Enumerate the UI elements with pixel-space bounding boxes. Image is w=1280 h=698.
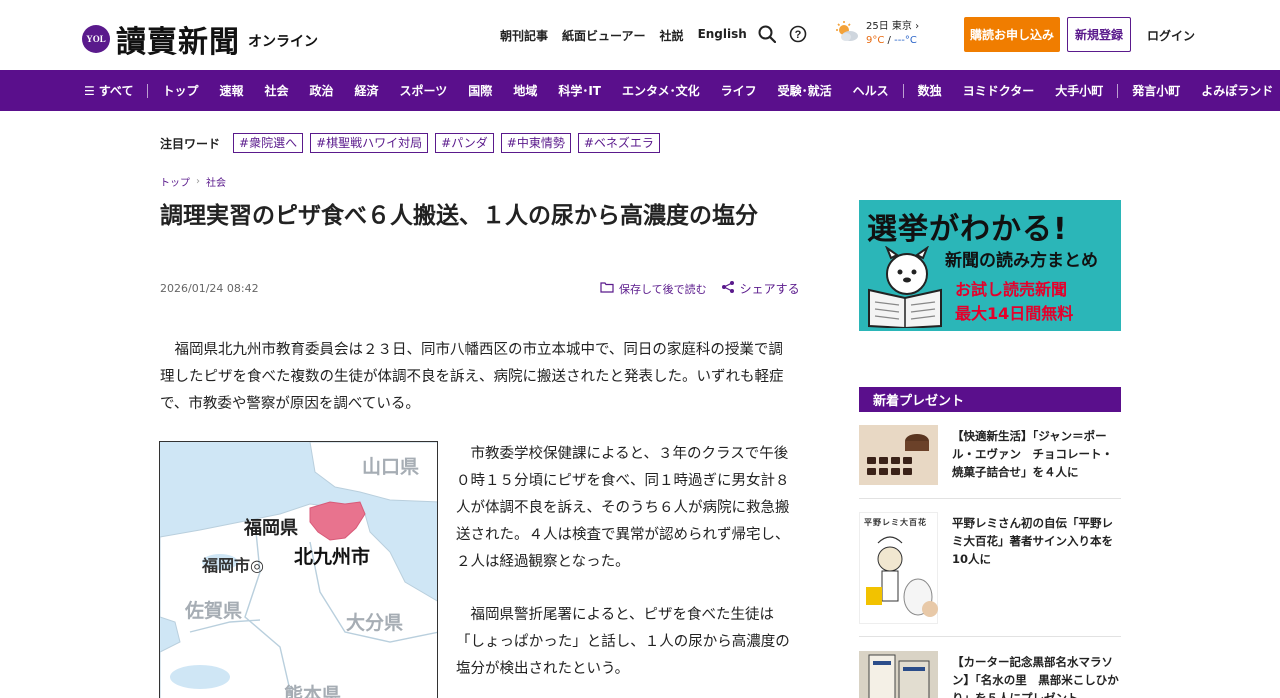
book-cover-title: 平野レミ大百花 bbox=[864, 518, 927, 527]
nav-entertainment[interactable]: エンタメ･文化 bbox=[622, 82, 700, 99]
bookmark-folder-icon bbox=[600, 281, 614, 296]
trend-tag[interactable]: #パンダ bbox=[435, 133, 494, 153]
nav-divider bbox=[902, 83, 904, 98]
main-nav: ☰ すべて トップ 速報 社会 政治 経済 スポーツ 国際 地域 科学･IT エン… bbox=[0, 70, 1280, 111]
present-title: 【快適新生活】「ジャン＝ポール・エヴァン チョコレート・焼菓子詰合せ」を４人に bbox=[952, 429, 1113, 479]
weather-date-city: 25日 東京 › bbox=[866, 21, 920, 32]
chocolate-thumbnail bbox=[859, 425, 938, 485]
rice-thumbnail bbox=[859, 651, 938, 698]
login-link[interactable]: ログイン bbox=[1147, 27, 1195, 44]
ad-subheadline: 新聞の読み方まとめ bbox=[945, 251, 1098, 271]
weather-temps: 9°C / ---°C bbox=[866, 35, 917, 46]
ad-trial-text: お試し読売新聞 bbox=[955, 280, 1068, 299]
save-later-button[interactable]: 保存して後で読む bbox=[600, 281, 707, 297]
nav-sports[interactable]: スポーツ bbox=[400, 82, 448, 99]
nav-local[interactable]: 地域 bbox=[513, 82, 537, 99]
link-english[interactable]: English bbox=[698, 27, 747, 44]
present-title: 【カーター記念黒部名水マラソン】「名水の里 黒部米こしひかり」を５人にプレゼント bbox=[952, 655, 1119, 698]
nav-breaking[interactable]: 速報 bbox=[219, 82, 243, 99]
ad-free-days-text: 最大14日間無料 bbox=[955, 304, 1074, 323]
breadcrumb-top[interactable]: トップ bbox=[160, 174, 190, 189]
trend-tag[interactable]: #棋聖戦ハワイ対局 bbox=[310, 133, 429, 153]
register-button[interactable]: 新規登録 bbox=[1067, 17, 1131, 52]
site-header: YOL 讀賣新聞 オンライン 朝刊記事 紙面ビューアー 社説 English ?… bbox=[0, 0, 1280, 70]
weather-widget[interactable]: 25日 東京 › 9°C / ---°C bbox=[834, 20, 919, 48]
article-actions: 保存して後で読む シェアする bbox=[600, 280, 800, 297]
nav-world[interactable]: 国際 bbox=[468, 82, 492, 99]
nav-science-it[interactable]: 科学･IT bbox=[558, 82, 601, 99]
logo-subtitle: オンライン bbox=[248, 34, 318, 50]
trend-tag[interactable]: #ベネズエラ bbox=[577, 133, 660, 153]
trend-words: 注目ワード #衆院選へ #棋聖戦ハワイ対局 #パンダ #中東情勢 #ベネズエラ bbox=[160, 133, 660, 153]
book-cover-thumbnail: 平野レミ大百花 bbox=[859, 512, 938, 624]
top-links: 朝刊記事 紙面ビューアー 社説 English bbox=[500, 27, 747, 44]
present-item[interactable]: 【快適新生活】「ジャン＝ポール・エヴァン チョコレート・焼菓子詰合せ」を４人に bbox=[859, 425, 1121, 499]
nav-politics[interactable]: 政治 bbox=[310, 82, 334, 99]
share-button[interactable]: シェアする bbox=[721, 280, 800, 297]
link-paper-viewer[interactable]: 紙面ビューアー bbox=[562, 27, 646, 44]
menu-icon: ☰ bbox=[84, 83, 95, 98]
trend-tag[interactable]: #中東情勢 bbox=[500, 133, 571, 153]
article-lead: 福岡県北九州市教育委員会は２３日、同市八幡西区の市立本城中で、同日の家庭科の授業… bbox=[160, 342, 784, 412]
ad-headline: 選挙がわかる! bbox=[867, 212, 1068, 247]
nav-divider bbox=[1117, 83, 1119, 98]
article-paragraph-2: 福岡県警折尾署によると、ピザを食べた生徒は「しょっぱかった」と話し、１人の尿から… bbox=[456, 607, 790, 677]
nav-otekomachi[interactable]: 大手小町 bbox=[1055, 82, 1103, 99]
svg-text:?: ? bbox=[795, 29, 802, 41]
article-paragraph-1: 市教委学校保健課によると、３年のクラスで午後０時１５分頃にピザを食べ、同１時過ぎ… bbox=[456, 446, 790, 570]
breadcrumb: トップ › 社会 bbox=[160, 174, 226, 189]
present-title: 平野レミさん初の自伝「平野レミ大百花」著者サイン入り本を10人に bbox=[952, 516, 1113, 566]
link-morning-edition[interactable]: 朝刊記事 bbox=[500, 27, 548, 44]
yol-badge: YOL bbox=[82, 25, 110, 53]
chevron-right-icon: › bbox=[915, 21, 920, 32]
search-icon[interactable] bbox=[757, 24, 777, 44]
article-date: 2026/01/24 08:42 bbox=[160, 282, 259, 295]
nav-all[interactable]: ☰ すべて bbox=[84, 82, 133, 99]
map-label-fukuoka-pref: 福岡県 bbox=[244, 518, 298, 539]
sun-cloud-icon bbox=[834, 21, 860, 47]
nav-society[interactable]: 社会 bbox=[264, 82, 288, 99]
trend-tag[interactable]: #衆院選へ bbox=[233, 133, 304, 153]
map-label-oita: 大分県 bbox=[346, 612, 404, 634]
present-item[interactable]: 【カーター記念黒部名水マラソン】「名水の里 黒部米こしひかり」を５人にプレゼント bbox=[859, 651, 1121, 698]
election-ad-banner[interactable]: 選挙がわかる! 新聞の読み方まとめ お試し読売新聞 最大14日間無料 bbox=[859, 200, 1121, 331]
nav-divider bbox=[147, 83, 149, 98]
article-title: 調理実習のピザ食べ６人搬送、１人の尿から高濃度の塩分 bbox=[160, 203, 758, 229]
breadcrumb-society[interactable]: 社会 bbox=[206, 174, 226, 189]
help-icon[interactable]: ? bbox=[788, 24, 808, 44]
nav-yomidr[interactable]: ヨミドクター bbox=[963, 82, 1035, 99]
map-label-kumamoto: 熊本県 bbox=[284, 684, 342, 698]
map-label-saga: 佐賀県 bbox=[185, 600, 243, 622]
nav-sudoku[interactable]: 数独 bbox=[918, 82, 942, 99]
map-label-yamaguchi: 山口県 bbox=[362, 456, 420, 478]
present-item[interactable]: 平野レミ大百花 平野レミさん初の自伝「平野レミ大百花」著者サイン入り本を10人に bbox=[859, 512, 1121, 637]
site-logo[interactable]: YOL 讀賣新聞 オンライン bbox=[82, 17, 318, 61]
new-presents-heading: 新着プレゼント bbox=[859, 387, 1121, 412]
trend-label: 注目ワード bbox=[160, 136, 221, 151]
nav-health[interactable]: ヘルス bbox=[853, 82, 889, 99]
share-icon bbox=[721, 280, 735, 297]
subscribe-button[interactable]: 購読お申し込み bbox=[964, 17, 1060, 52]
mascot-reading-newspaper-icon bbox=[868, 246, 942, 328]
location-map: 山口県 福岡県 北九州市 福岡市◎ 佐賀県 大分県 熊本県 bbox=[159, 441, 438, 698]
nav-exam-career[interactable]: 受験･就活 bbox=[778, 82, 832, 99]
link-editorial[interactable]: 社説 bbox=[660, 27, 684, 44]
map-label-fukuoka-city: 福岡市◎ bbox=[202, 556, 264, 575]
nav-life[interactable]: ライフ bbox=[721, 82, 757, 99]
map-label-kitakyushu: 北九州市 bbox=[294, 546, 371, 568]
nav-economy[interactable]: 経済 bbox=[355, 82, 379, 99]
nav-top[interactable]: トップ bbox=[162, 82, 198, 99]
chevron-right-icon: › bbox=[196, 176, 200, 187]
nav-yomipoland[interactable]: よみぽランド bbox=[1201, 82, 1273, 99]
logo-title: 讀賣新聞 bbox=[116, 25, 240, 60]
nav-hatsugen-komachi[interactable]: 発言小町 bbox=[1132, 82, 1180, 99]
